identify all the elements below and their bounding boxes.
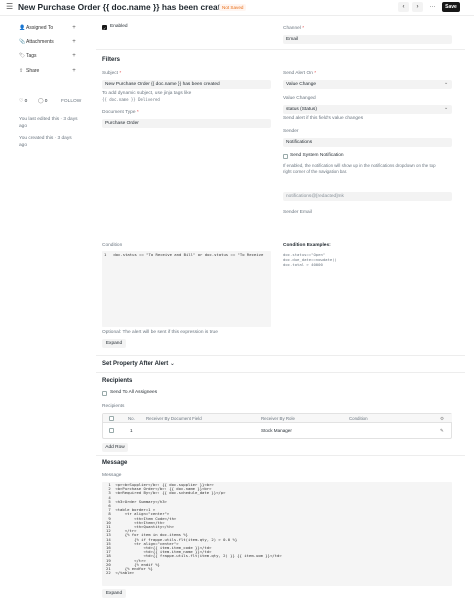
condition-example: doc.total > 40000: [283, 262, 323, 267]
value-changed-help: Send alert if this field's value changes: [283, 116, 364, 121]
value-changed-select[interactable]: status (Status): [283, 105, 452, 114]
message-expand-button[interactable]: Expand: [102, 589, 126, 598]
follow-link[interactable]: FOLLOW: [61, 99, 81, 105]
chevron-left-icon[interactable]: ‹: [398, 2, 409, 12]
chevron-right-icon[interactable]: ›: [412, 2, 423, 12]
row-role[interactable]: Stock Manager: [261, 426, 292, 435]
filters-section-title: Filters: [102, 57, 121, 63]
send-to-all-assignees-label: Send To All Assignees: [110, 390, 158, 395]
column-header-condition: Condition: [349, 416, 368, 421]
set-property-section-title[interactable]: Set Property After Alert ⌄: [102, 360, 175, 368]
enabled-label: Enabled: [110, 24, 128, 29]
select-all-checkbox[interactable]: [109, 416, 114, 421]
add-attachment-icon[interactable]: +: [71, 38, 77, 47]
system-notification-help-2: right corner of the navigation bar.: [283, 169, 348, 174]
table-row[interactable]: 1 Stock Manager ✎: [103, 423, 452, 439]
column-header-no: No.: [128, 416, 135, 421]
comments[interactable]: ◯ 0: [38, 99, 47, 105]
gear-icon[interactable]: ⚙: [440, 414, 444, 423]
recipients-section-title: Recipients: [102, 378, 133, 384]
page-header: ☰ New Purchase Order {{ doc.name }} has …: [0, 0, 474, 16]
enabled-checkbox[interactable]: ✓: [102, 25, 107, 31]
sender-email-input[interactable]: notifications@[redacted]mk: [283, 192, 452, 201]
column-header-field: Receiver By Document Field: [146, 416, 202, 421]
subject-label: Subject *: [102, 71, 122, 76]
sidebar-item-tags[interactable]: 🏷Tags: [19, 52, 79, 61]
divider: [96, 355, 465, 356]
condition-examples: doc.status=="Open" doc.due_date==nowdate…: [283, 252, 337, 267]
send-system-notification-checkbox[interactable]: [283, 154, 288, 159]
channel-label: Channel *: [283, 26, 305, 31]
send-system-notification-label: Send System Notification: [290, 153, 344, 158]
sender-label: Sender: [283, 129, 299, 134]
page-title: New Purchase Order {{ doc.name }} has be…: [18, 2, 231, 12]
divider: [96, 372, 465, 373]
comment-icon: ◯: [38, 99, 44, 104]
condition-examples-title: Condition Examples:: [283, 243, 331, 248]
message-label: Message: [102, 473, 122, 478]
divider: [96, 49, 465, 50]
paperclip-icon: 📎: [19, 39, 26, 45]
likes[interactable]: ♡ 0: [19, 99, 27, 105]
add-assigned-icon[interactable]: +: [71, 24, 77, 33]
edit-icon[interactable]: ✎: [440, 426, 444, 435]
condition-expand-button[interactable]: Expand: [102, 339, 126, 348]
code-line: 22 </table>: [106, 570, 135, 576]
sender-input[interactable]: Notifications: [283, 138, 452, 147]
send-alert-on-select[interactable]: Value Change: [283, 80, 452, 89]
sender-email-label: Sender Email: [283, 210, 312, 215]
message-code-editor[interactable]: 1 <p><b>Supplier</b>: {{ doc.supplier }}…: [102, 482, 452, 586]
subject-help-example: {{ doc.name }} Delivered: [102, 97, 160, 102]
activity-created: You created this · 3 days: [19, 136, 72, 141]
chevron-down-icon: ⌄: [169, 361, 175, 367]
column-header-role: Receiver By Role: [261, 416, 295, 421]
subject-input[interactable]: New Purchase Order {{ doc.name }} has be…: [102, 80, 271, 89]
value-changed-label: Value Changed: [283, 96, 316, 101]
activity-edited-ago: ago: [19, 124, 28, 129]
recipients-table-label: Recipients: [102, 404, 125, 409]
sidebar-item-assigned-to[interactable]: 👤Assigned To: [19, 24, 79, 33]
heart-icon: ♡: [19, 99, 24, 104]
row-checkbox[interactable]: [109, 428, 114, 433]
document-type-input[interactable]: Purchase Order: [102, 119, 271, 128]
add-row-button[interactable]: Add Row: [102, 443, 128, 452]
share-icon: ⇪: [19, 68, 24, 74]
sidebar-item-share[interactable]: ⇪ Share: [19, 67, 79, 76]
more-dots-icon[interactable]: ···: [427, 2, 438, 12]
add-share-icon[interactable]: +: [71, 67, 77, 76]
send-alert-on-label: Send Alert On *: [283, 71, 317, 76]
save-button[interactable]: Save: [442, 2, 460, 12]
document-type-label: Document Type *: [102, 110, 139, 115]
condition-label: Condition: [102, 243, 123, 248]
select-chevron-icon: ⌄: [444, 81, 449, 86]
status-badge: Not Saved: [219, 4, 247, 11]
row-no: 1: [130, 428, 133, 433]
send-to-all-assignees-checkbox[interactable]: [102, 391, 107, 396]
condition-help: Optional: The alert will be sent if this…: [102, 330, 218, 335]
add-tag-icon[interactable]: +: [71, 52, 77, 61]
user-icon: 👤: [19, 25, 26, 31]
channel-select[interactable]: Email: [283, 35, 452, 44]
divider: [96, 455, 465, 456]
message-section-title: Message: [102, 460, 128, 466]
condition-code-editor[interactable]: 1 doc.status == "To Receive and Bill" or…: [102, 251, 271, 327]
sidebar-item-attachments[interactable]: 📎Attachments: [19, 38, 79, 47]
tag-icon: 🏷: [19, 53, 26, 59]
select-chevron-icon: ⌄: [444, 106, 449, 111]
recipients-table: No. Receiver By Document Field Receiver …: [102, 413, 452, 439]
activity-edited: You last edited this · 3 days: [19, 117, 78, 122]
activity-created-ago: ago: [19, 143, 28, 148]
hamburger-menu-icon[interactable]: ☰: [6, 3, 13, 11]
